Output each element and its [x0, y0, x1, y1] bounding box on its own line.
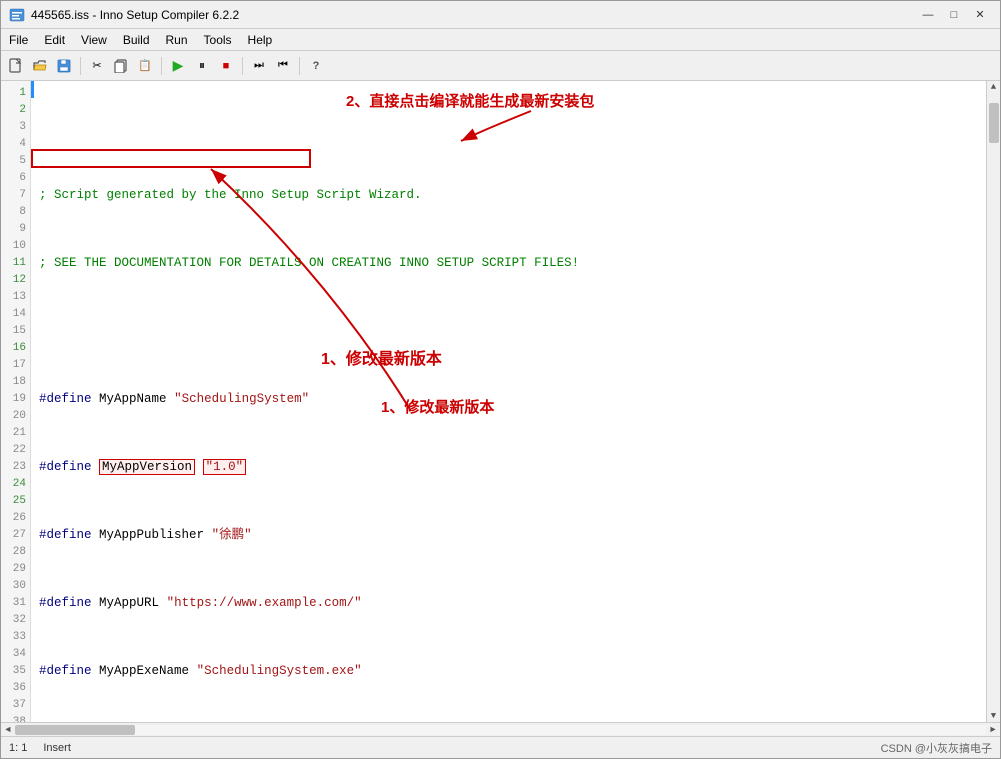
- open-button[interactable]: [29, 55, 51, 77]
- toolbar-separator-3: [242, 57, 243, 75]
- menu-help[interactable]: Help: [240, 29, 281, 50]
- maximize-button[interactable]: □: [942, 5, 966, 25]
- stop-button[interactable]: ■: [215, 55, 237, 77]
- app-icon: [9, 7, 25, 23]
- menu-edit[interactable]: Edit: [36, 29, 73, 50]
- code-line-3: [39, 323, 978, 340]
- stepback-button[interactable]: ⏮: [272, 55, 294, 77]
- title-controls: — □ ✕: [916, 5, 992, 25]
- toolbar-separator-2: [161, 57, 162, 75]
- code-line-8: #define MyAppExeName "SchedulingSystem.e…: [39, 663, 978, 680]
- title-text: 445565.iss - Inno Setup Compiler 6.2.2: [31, 8, 239, 22]
- cut-button[interactable]: ✂: [86, 55, 108, 77]
- toolbar-separator-1: [80, 57, 81, 75]
- scrollbar-thumb-v[interactable]: [989, 103, 999, 143]
- toolbar-separator-4: [299, 57, 300, 75]
- menu-file[interactable]: File: [1, 29, 36, 50]
- new-button[interactable]: [5, 55, 27, 77]
- version-highlight-box: [31, 149, 311, 168]
- scrollbar-thumb-h[interactable]: [15, 725, 135, 735]
- close-button[interactable]: ✕: [968, 5, 992, 25]
- title-bar-left: 445565.iss - Inno Setup Compiler 6.2.2: [9, 7, 239, 23]
- code-line-7: #define MyAppURL "https://www.example.co…: [39, 595, 978, 612]
- status-left: 1: 1 Insert: [9, 742, 71, 754]
- editor-mode: Insert: [43, 742, 71, 754]
- menu-run[interactable]: Run: [158, 29, 196, 50]
- code-line-5: #define MyAppVersion "1.0": [39, 459, 978, 476]
- main-window: 445565.iss - Inno Setup Compiler 6.2.2 —…: [0, 0, 1001, 759]
- toolbar: ✂ 📋 ▶ ⏸ ■ ⏭ ⏮ ?: [1, 51, 1000, 81]
- status-credit: CSDN @小灰灰搞电子: [881, 740, 992, 756]
- copy-button[interactable]: [110, 55, 132, 77]
- title-bar: 445565.iss - Inno Setup Compiler 6.2.2 —…: [1, 1, 1000, 29]
- menu-view[interactable]: View: [73, 29, 115, 50]
- run-button[interactable]: ▶: [167, 55, 189, 77]
- horizontal-scrollbar[interactable]: ◄ ►: [1, 722, 1000, 736]
- code-line-2: ; SEE THE DOCUMENTATION FOR DETAILS ON C…: [39, 255, 978, 272]
- code-line-4: #define MyAppName "SchedulingSystem": [39, 391, 978, 408]
- code-editor[interactable]: ; Script generated by the Inno Setup Scr…: [31, 81, 986, 722]
- code-line-6: #define MyAppPublisher "徐鹏": [39, 527, 978, 544]
- vertical-scrollbar[interactable]: ▲ ▼: [986, 81, 1000, 722]
- menu-bar: File Edit View Build Run Tools Help: [1, 29, 1000, 51]
- annotation-step1: 1、修改最新版本: [321, 351, 442, 368]
- minimize-button[interactable]: —: [916, 5, 940, 25]
- pause-button[interactable]: ⏸: [191, 55, 213, 77]
- menu-tools[interactable]: Tools: [196, 29, 240, 50]
- cursor-position: 1: 1: [9, 742, 27, 754]
- line-numbers: 1 2 3 4 5 6 7 8 9 10 11 12 13 14 15 16 1…: [1, 81, 31, 722]
- code-line-1: ; Script generated by the Inno Setup Scr…: [39, 187, 978, 204]
- annotation-arrow-svg: [31, 81, 731, 481]
- menu-build[interactable]: Build: [115, 29, 158, 50]
- paste-button[interactable]: 📋: [134, 55, 156, 77]
- editor-container: 1 2 3 4 5 6 7 8 9 10 11 12 13 14 15 16 1…: [1, 81, 1000, 722]
- help-button[interactable]: ?: [305, 55, 327, 77]
- step-button[interactable]: ⏭: [248, 55, 270, 77]
- annotation-text-step2: 2、直接点击编译就能生成最新安装包: [346, 93, 594, 110]
- status-bar: 1: 1 Insert CSDN @小灰灰搞电子: [1, 736, 1000, 758]
- save-button[interactable]: [53, 55, 75, 77]
